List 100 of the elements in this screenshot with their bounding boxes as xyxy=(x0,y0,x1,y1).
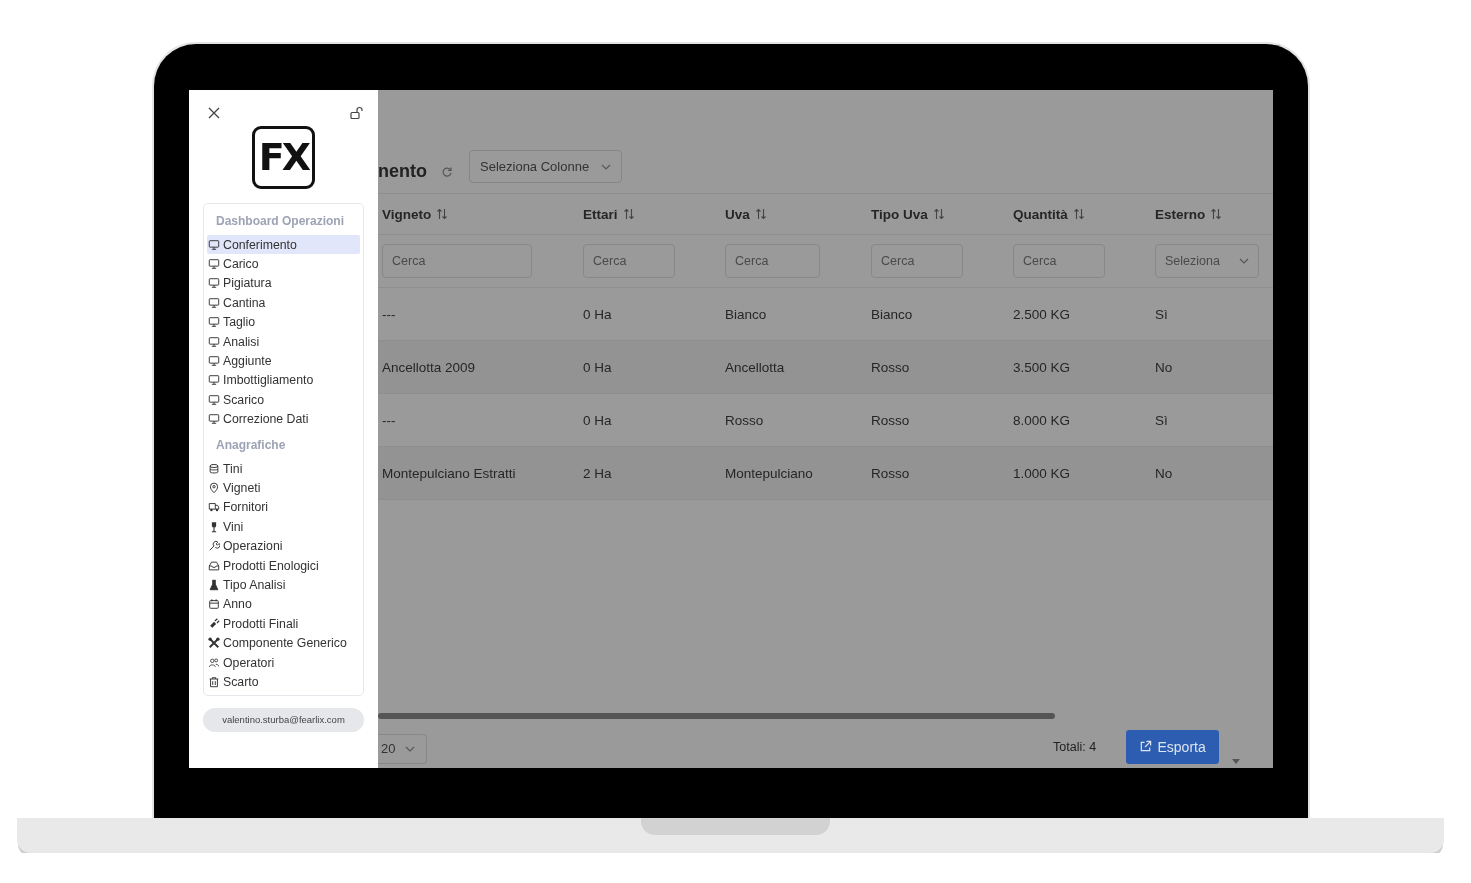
sidebar-item[interactable]: Imbottigliamento xyxy=(207,370,360,391)
sidebar-item[interactable]: Analisi xyxy=(207,331,360,352)
external-link-icon xyxy=(1139,740,1153,753)
table-cell-text: 0 Ha xyxy=(582,412,613,428)
sidebar-item[interactable]: Vigneti xyxy=(207,478,360,498)
trash-icon xyxy=(208,675,220,688)
calendar-icon xyxy=(208,598,220,611)
sort-icon xyxy=(1210,208,1223,220)
table-cell-text: Montepulciano xyxy=(724,465,814,481)
table-cell-text: 1.000 KG xyxy=(1012,465,1072,481)
sidebar-item[interactable]: Aggiunte xyxy=(207,351,360,371)
search-field[interactable]: Cerca xyxy=(1013,244,1105,278)
truck-icon xyxy=(208,501,220,514)
inbox-icon xyxy=(208,559,220,572)
table-cell-text: 2.500 KG xyxy=(1012,306,1072,322)
table-cell-text: --- xyxy=(381,412,397,428)
monitor-icon xyxy=(208,413,220,426)
monitor-icon xyxy=(208,335,220,348)
monitor-icon xyxy=(208,355,220,368)
monitor-icon xyxy=(208,258,220,271)
page-title: nento xyxy=(378,161,427,182)
table-cell-text: 3.500 KG xyxy=(1012,359,1072,375)
column-header[interactable]: Vigneto xyxy=(378,206,579,222)
sort-icon xyxy=(436,208,449,220)
table-cell-text: Ancellotta xyxy=(724,359,786,375)
chevron-down-icon xyxy=(1239,258,1249,264)
logo: FX xyxy=(252,126,315,189)
sidebar-item[interactable]: Tipo Analisi xyxy=(207,575,360,595)
sidebar-item[interactable]: Conferimento xyxy=(207,235,360,255)
sidebar-item[interactable]: Pigiatura xyxy=(207,273,360,294)
sort-icon xyxy=(1072,208,1085,220)
wrench-icon xyxy=(208,540,220,553)
total-count: Totali: 4 xyxy=(1053,739,1097,754)
sort-icon xyxy=(754,208,767,220)
table-cell-text: --- xyxy=(381,306,397,322)
table-cell-text: Rosso xyxy=(870,412,911,428)
sidebar-item[interactable]: Vini xyxy=(207,517,360,537)
table-cell-text: 0 Ha xyxy=(582,306,613,322)
user-email[interactable]: valentino.sturba@fearlix.com xyxy=(203,708,364,732)
monitor-icon xyxy=(208,277,220,290)
monitor-icon xyxy=(208,374,220,387)
database-icon xyxy=(208,462,220,475)
sidebar-item[interactable]: Operazioni xyxy=(207,536,360,556)
table-cell-text: Rosso xyxy=(724,412,765,428)
search-field[interactable]: Cerca xyxy=(871,244,963,278)
sidebar-item[interactable]: Carico xyxy=(207,254,360,274)
table-cell-text: Montepulciano Estratti xyxy=(381,465,517,481)
table-cell-text: Sì xyxy=(1154,306,1169,322)
flask-icon xyxy=(208,578,220,591)
sort-icon xyxy=(932,208,945,220)
table-cell-text: 0 Ha xyxy=(582,359,613,375)
sidebar-item[interactable]: Fornitori xyxy=(207,497,360,518)
search-field[interactable]: Cerca xyxy=(583,244,675,278)
search-field[interactable]: Cerca xyxy=(382,244,532,278)
column-header[interactable]: Tipo Uva xyxy=(867,206,1009,222)
table-cell-text: Ancellotta 2009 xyxy=(381,359,477,375)
sidebar-item[interactable]: Scarto xyxy=(207,672,360,692)
monitor-icon xyxy=(208,238,220,251)
column-header[interactable]: Ettari xyxy=(579,206,721,222)
sidebar-item[interactable]: Prodotti Finali xyxy=(207,614,360,634)
tools-icon xyxy=(208,637,220,650)
sidebar-item[interactable]: Operatori xyxy=(207,652,360,673)
search-field[interactable]: Cerca xyxy=(725,244,820,278)
sidebar-item[interactable]: Prodotti Enologici xyxy=(207,555,360,576)
column-header[interactable]: Quantità xyxy=(1009,206,1151,222)
sidebar-item[interactable]: Tini xyxy=(207,458,360,479)
table-cell-text: No xyxy=(1154,359,1174,375)
sidebar-item[interactable]: Anno xyxy=(207,594,360,615)
horizontal-scrollbar[interactable] xyxy=(378,713,1055,719)
page-size-dropdown[interactable]: 20 xyxy=(378,733,427,764)
sidebar-item[interactable]: Componente Generico xyxy=(207,633,360,653)
sidebar-item[interactable]: Taglio xyxy=(207,312,360,332)
users-icon xyxy=(208,656,220,669)
table-cell-text: Rosso xyxy=(870,465,911,481)
unlocked-padlock-icon[interactable] xyxy=(350,106,364,120)
column-header[interactable]: Uva xyxy=(721,206,867,222)
table-cell-text: 2 Ha xyxy=(582,465,613,481)
table-cell-text: Bianco xyxy=(724,306,768,322)
sidebar-item[interactable]: Cantina xyxy=(207,293,360,313)
monitor-icon xyxy=(208,296,220,309)
table-cell-text: Rosso xyxy=(870,359,911,375)
column-header[interactable]: Esterno xyxy=(1151,206,1273,222)
location-pin-icon xyxy=(208,482,220,494)
sort-icon xyxy=(622,208,635,220)
monitor-icon xyxy=(208,316,220,329)
table-cell-text: Sì xyxy=(1154,412,1169,428)
section-title: Anagrafiche xyxy=(215,437,287,454)
sidebar-item[interactable]: Scarico xyxy=(207,390,360,410)
refresh-icon[interactable] xyxy=(441,165,453,178)
sidebar-item[interactable]: Correzione Dati xyxy=(207,409,360,429)
table-cell-text: Bianco xyxy=(870,306,914,322)
caret-icon[interactable] xyxy=(1232,759,1241,764)
export-button[interactable]: Esporta xyxy=(1126,729,1220,764)
table-cell-text: No xyxy=(1154,465,1174,481)
chevron-down-icon xyxy=(601,163,611,170)
chevron-down-icon xyxy=(405,745,416,752)
close-icon[interactable] xyxy=(208,107,220,119)
column-picker-dropdown[interactable]: Seleziona Colonne xyxy=(469,150,622,183)
section-title: Dashboard Operazioni xyxy=(215,214,346,230)
monitor-icon xyxy=(208,393,220,406)
